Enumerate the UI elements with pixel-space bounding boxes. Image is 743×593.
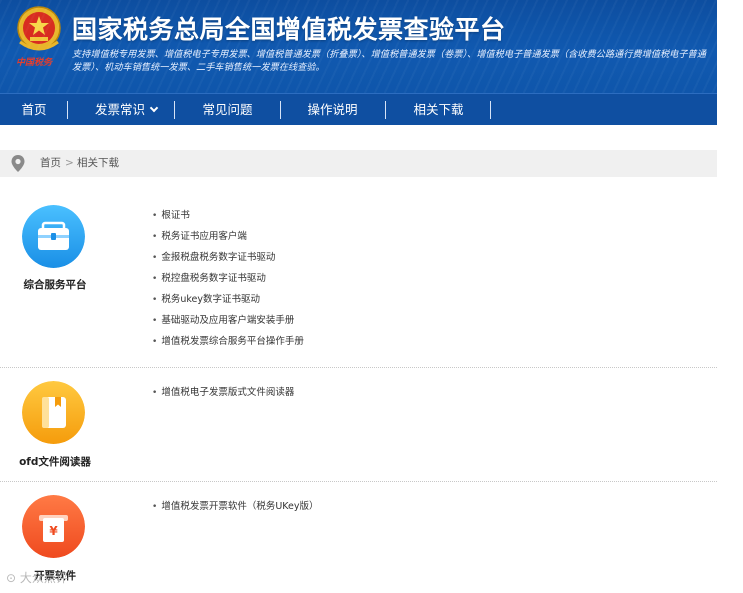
nav-item-label: 常见问题 <box>202 102 253 117</box>
download-link[interactable]: 税控盘税务数字证书驱动 <box>152 268 304 289</box>
nav-item-home[interactable]: 首页 <box>8 94 60 125</box>
download-link-text[interactable]: 根证书 <box>161 210 190 221</box>
download-link-text[interactable]: 基础驱动及应用客户端安装手册 <box>161 315 294 326</box>
camera-icon: ⊙ <box>6 571 17 585</box>
nav-item-label: 相关下载 <box>413 102 464 117</box>
watermark: ⊙ 大众点评 <box>6 569 68 587</box>
watermark-text: 大众点评 <box>19 571 68 585</box>
nav-item-label: 操作说明 <box>307 102 358 117</box>
site-subtitle: 支持增值税专用发票、增值税电子专用发票、增值税普通发票（折叠票）、增值税普通发票… <box>72 49 706 73</box>
chevron-down-icon <box>149 103 159 113</box>
download-link-text[interactable]: 税控盘税务数字证书驱动 <box>161 273 266 284</box>
download-link-text[interactable]: 增值税发票开票软件（税务UKey版） <box>161 501 318 512</box>
download-link-list: 增值税电子发票版式文件阅读器 <box>152 382 294 403</box>
download-link-list: 根证书 税务证书应用客户端 金报税盘税务数字证书驱动 税控盘税务数字证书驱动 税… <box>152 205 304 352</box>
nav-separator <box>67 101 68 119</box>
nav-item-downloads[interactable]: 相关下载 <box>391 94 486 125</box>
nav-separator <box>385 101 386 119</box>
location-pin-icon <box>11 155 25 172</box>
breadcrumb-separator: > <box>65 157 74 169</box>
nav-separator <box>174 101 175 119</box>
download-link-text[interactable]: 税务证书应用客户端 <box>161 231 247 242</box>
download-link[interactable]: 税务证书应用客户端 <box>152 226 304 247</box>
download-link[interactable]: 金报税盘税务数字证书驱动 <box>152 247 304 268</box>
download-link-text[interactable]: 增值税电子发票版式文件阅读器 <box>161 387 294 398</box>
nav-item-invoice-knowledge[interactable]: 发票常识 <box>80 94 172 125</box>
svg-text:¥: ¥ <box>49 524 58 538</box>
breadcrumb-home-link[interactable]: 首页 <box>40 150 61 177</box>
download-link-list: 增值税发票开票软件（税务UKey版） <box>152 496 318 517</box>
nav-separator <box>280 101 281 119</box>
nav-item-label: 发票常识 <box>94 102 145 117</box>
download-category-service-platform: 综合服务平台 根证书 税务证书应用客户端 金报税盘税务数字证书驱动 税控盘税务数… <box>0 195 717 367</box>
download-link-text[interactable]: 金报税盘税务数字证书驱动 <box>161 252 275 263</box>
download-category-invoicing-software: ¥ 开票软件 增值税发票开票软件（税务UKey版） <box>0 482 717 593</box>
invoice-printer-icon: ¥ <box>22 495 85 558</box>
briefcase-icon <box>22 205 85 268</box>
tax-emblem-icon <box>17 6 61 51</box>
breadcrumb: 首页 > 相关下载 <box>0 150 717 177</box>
download-link[interactable]: 增值税发票综合服务平台操作手册 <box>152 331 304 352</box>
category-label: 综合服务平台 <box>23 279 87 291</box>
category-label: ofd文件阅读器 <box>19 456 91 468</box>
nav-separator <box>490 101 491 119</box>
download-link[interactable]: 根证书 <box>152 205 304 226</box>
download-link[interactable]: 增值税发票开票软件（税务UKey版） <box>152 496 318 517</box>
download-link[interactable]: 税务ukey数字证书驱动 <box>152 289 304 310</box>
site-title: 国家税务总局全国增值税发票查验平台 <box>72 15 506 44</box>
breadcrumb-current: 相关下载 <box>77 157 119 169</box>
download-link[interactable]: 增值税电子发票版式文件阅读器 <box>152 382 294 403</box>
nav-item-label: 首页 <box>21 102 47 117</box>
download-category-ofd-reader: ofd文件阅读器 增值税电子发票版式文件阅读器 <box>0 368 717 481</box>
brand-script-logo: 中国税务 <box>16 58 53 68</box>
download-link-text[interactable]: 税务ukey数字证书驱动 <box>161 294 260 305</box>
nav-item-faq[interactable]: 常见问题 <box>180 94 275 125</box>
book-icon <box>22 381 85 444</box>
main-navigation: 首页 发票常识 常见问题 操作说明 相关下载 <box>0 93 717 125</box>
nav-item-instructions[interactable]: 操作说明 <box>285 94 380 125</box>
download-link-text[interactable]: 增值税发票综合服务平台操作手册 <box>161 336 304 347</box>
download-link[interactable]: 基础驱动及应用客户端安装手册 <box>152 310 304 331</box>
site-header: 中国税务 国家税务总局全国增值税发票查验平台 支持增值税专用发票、增值税电子专用… <box>0 0 717 93</box>
